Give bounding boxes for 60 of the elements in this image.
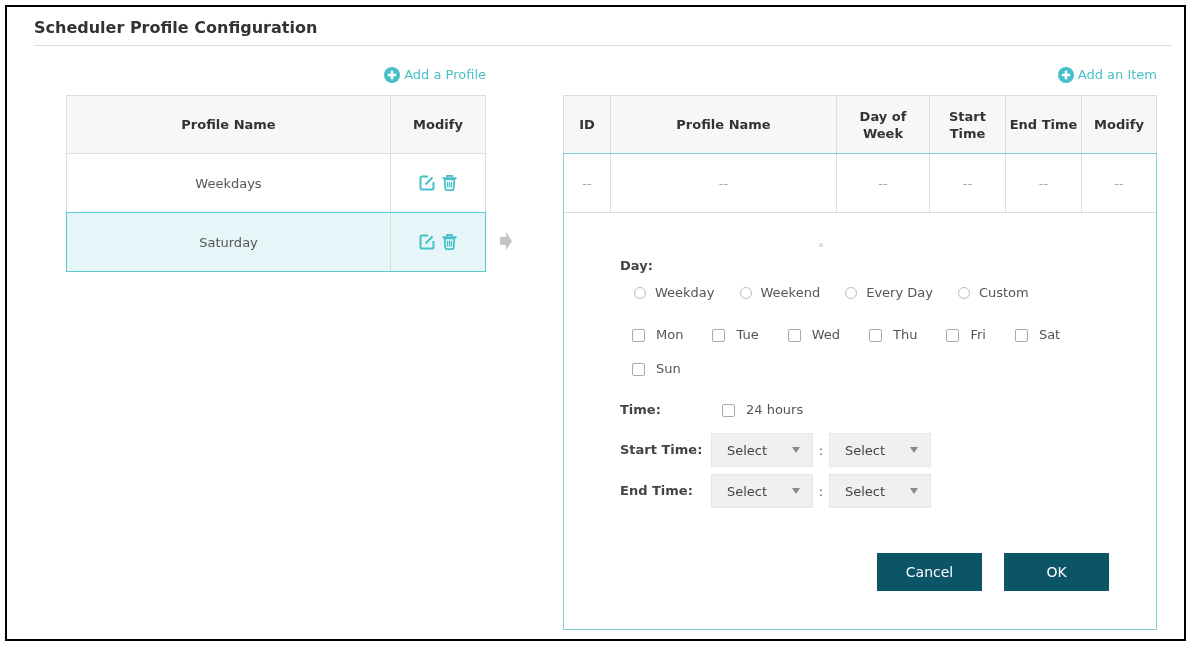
radio-label: Every Day xyxy=(866,284,933,302)
arrow-icon xyxy=(500,232,512,250)
checkbox[interactable] xyxy=(712,328,726,342)
minute-select[interactable]: Select xyxy=(829,474,931,508)
field-label: Day: xyxy=(620,257,653,275)
table-cell-text: -- xyxy=(581,174,593,193)
time-separator: : xyxy=(817,483,825,499)
checkbox-label: Thu xyxy=(893,326,918,344)
page-title: Scheduler Profile Configuration xyxy=(34,17,318,39)
radio-button[interactable] xyxy=(845,287,858,299)
checkbox-label: Fri xyxy=(970,326,986,344)
trash-icon[interactable] xyxy=(442,234,457,250)
plus-circle-icon xyxy=(384,67,401,83)
checkbox-label: Tue xyxy=(736,326,759,344)
cancel-button[interactable]: Cancel xyxy=(877,553,982,591)
checkbox-label: Sun xyxy=(656,360,681,378)
checkbox[interactable] xyxy=(632,362,645,376)
table-cell-text: Weekdays xyxy=(194,174,263,193)
caret-icon xyxy=(792,447,800,453)
radio-button[interactable] xyxy=(957,287,970,299)
table-cell: -- xyxy=(929,154,1005,212)
radio-button[interactable] xyxy=(634,287,646,299)
table-cell: -- xyxy=(836,154,929,212)
edit-icon[interactable] xyxy=(419,234,435,250)
plus-circle-icon xyxy=(1057,67,1074,83)
field-label: End Time: xyxy=(620,482,693,500)
table-cell: -- xyxy=(610,154,836,212)
time-separator: : xyxy=(817,442,825,458)
table-cell-text: Saturday xyxy=(198,233,259,252)
column-header: ID xyxy=(578,116,596,134)
table-cell: -- xyxy=(1005,154,1081,212)
checkbox[interactable] xyxy=(722,403,735,417)
table-cell: -- xyxy=(1081,154,1156,212)
edit-icon[interactable] xyxy=(419,175,435,191)
checkbox-label: 24 hours xyxy=(746,401,804,419)
field-label: Time: xyxy=(620,401,661,419)
checkbox[interactable] xyxy=(787,328,801,342)
radio-label: Weekend xyxy=(760,284,821,302)
checkbox-label: Wed xyxy=(811,326,840,344)
radio-label: Custom xyxy=(978,284,1029,302)
table-row[interactable]: Saturday xyxy=(66,212,486,272)
checkbox-label: Sat xyxy=(1038,326,1061,344)
field-label: Start Time: xyxy=(620,441,703,459)
checkbox[interactable] xyxy=(632,328,645,342)
minute-select[interactable]: Select xyxy=(829,433,931,467)
checkbox[interactable] xyxy=(946,328,960,342)
ok-button[interactable]: OK xyxy=(1004,553,1109,591)
trash-icon[interactable] xyxy=(442,175,457,191)
radio-label: Weekday xyxy=(655,284,715,302)
checkbox-label: Mon xyxy=(656,326,684,344)
caret-icon xyxy=(792,488,800,494)
hour-select[interactable]: Select xyxy=(711,474,813,508)
caret-icon xyxy=(910,488,918,494)
checkbox[interactable] xyxy=(869,328,882,342)
hour-select[interactable]: Select xyxy=(711,433,813,467)
caret-icon xyxy=(910,447,918,453)
table-row[interactable]: Weekdays xyxy=(66,153,486,213)
column-header: Profile Name xyxy=(180,116,277,134)
checkbox[interactable] xyxy=(1014,328,1028,342)
radio-button[interactable] xyxy=(739,287,752,299)
